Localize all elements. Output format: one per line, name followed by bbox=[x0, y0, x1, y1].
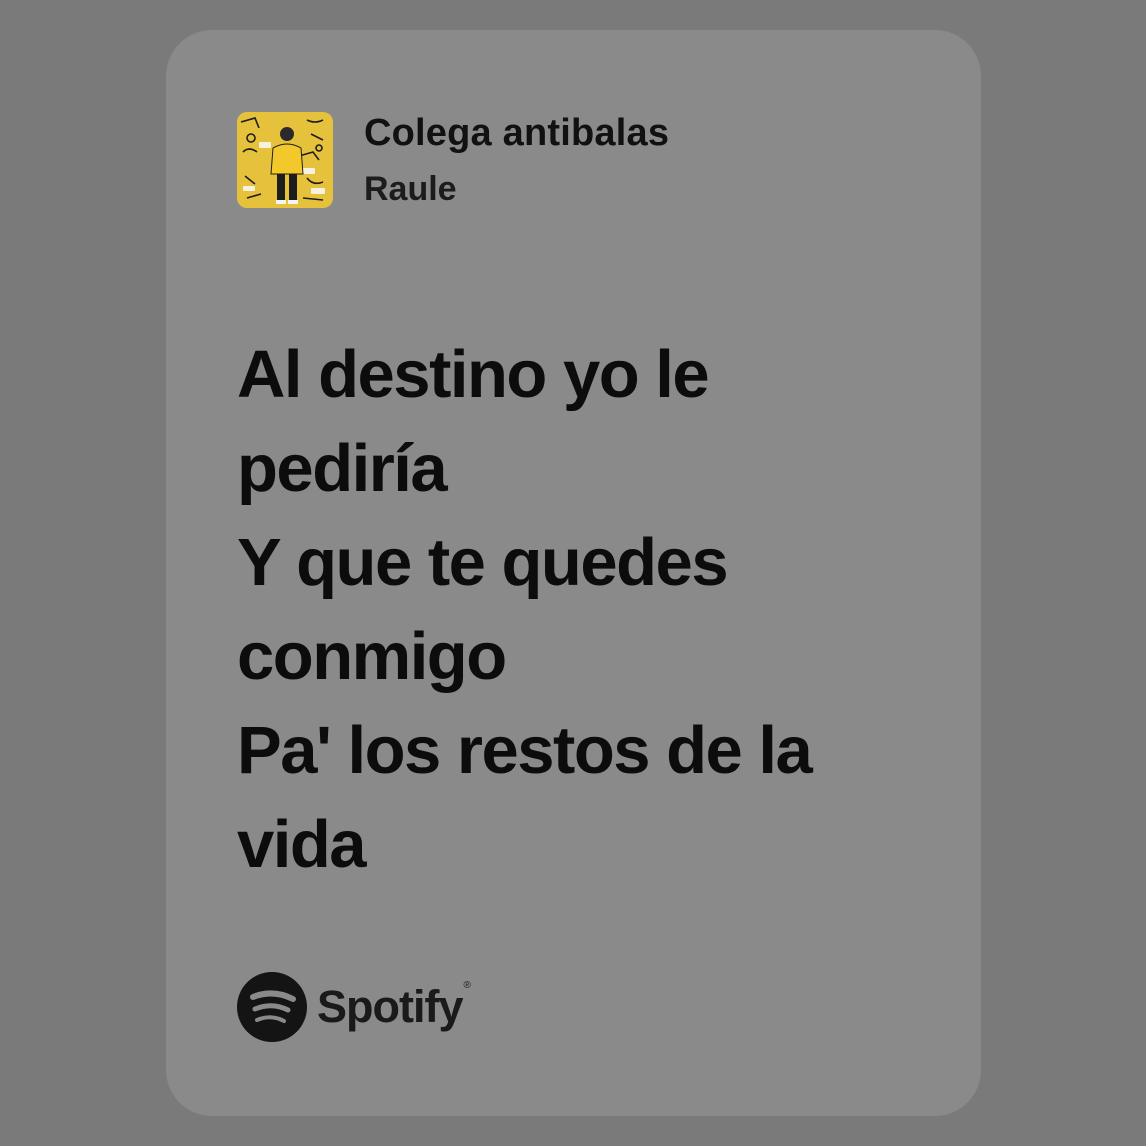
lyric-line: vida bbox=[237, 807, 367, 882]
lyric-line: pediría bbox=[237, 431, 448, 506]
album-cover-art bbox=[237, 112, 333, 208]
lyric-line: Y que te quedes bbox=[237, 525, 729, 600]
lyric-line: Pa' los restos de la bbox=[237, 713, 813, 788]
lyrics-share-card: Colega antibalas Raule Al destino yo le … bbox=[166, 30, 981, 1116]
trademark-mark: ® bbox=[463, 980, 471, 991]
track-meta: Colega antibalas Raule bbox=[364, 111, 669, 209]
spotify-logo-icon bbox=[237, 972, 307, 1042]
lyric-line: Al destino yo le bbox=[237, 337, 710, 412]
lyric-line: conmigo bbox=[237, 619, 507, 694]
lyrics-block: Al destino yo le pediría Y que te quedes… bbox=[237, 328, 937, 892]
track-title: Colega antibalas bbox=[364, 112, 670, 154]
spotify-brand[interactable]: Spotify ® bbox=[237, 972, 471, 1042]
track-header[interactable]: Colega antibalas Raule bbox=[237, 111, 669, 209]
spotify-wordmark: Spotify bbox=[317, 981, 463, 1032]
track-artist: Raule bbox=[364, 170, 457, 208]
